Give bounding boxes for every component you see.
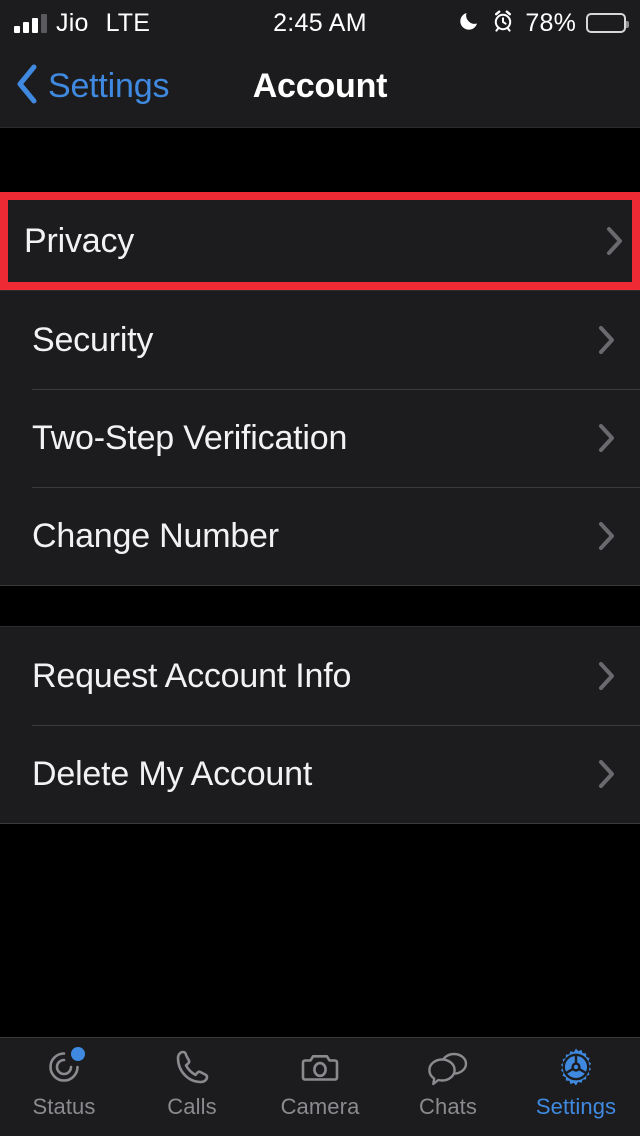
tab-label: Camera	[280, 1094, 360, 1119]
network-type: LTE	[105, 8, 151, 37]
tab-chats[interactable]: Chats	[384, 1044, 512, 1136]
tab-status[interactable]: Status	[0, 1044, 128, 1136]
phone-icon	[169, 1044, 215, 1090]
chevron-right-icon	[598, 423, 616, 453]
signal-bars-icon	[14, 13, 47, 33]
tab-camera[interactable]: Camera	[256, 1044, 384, 1136]
tab-bar: Status Calls Camera Chats Settings	[0, 1037, 640, 1136]
battery-icon	[586, 13, 629, 33]
row-label: Two-Step Verification	[32, 418, 348, 457]
list-top-spacer	[0, 128, 640, 192]
settings-row-change-number[interactable]: Change Number	[0, 487, 640, 585]
tab-label: Settings	[535, 1094, 617, 1119]
settings-group-account-data: Request Account Info Delete My Account	[0, 626, 640, 824]
carrier-name: Jio	[56, 8, 89, 37]
row-label: Change Number	[32, 516, 279, 555]
alarm-icon	[491, 9, 515, 38]
list-section-spacer	[0, 586, 640, 626]
chat-bubbles-icon	[424, 1044, 472, 1090]
row-label: Privacy	[24, 221, 135, 260]
settings-row-request-account-info[interactable]: Request Account Info	[0, 627, 640, 725]
status-bar-left: Jio LTE	[14, 9, 150, 38]
row-label: Request Account Info	[32, 656, 352, 695]
phone-screen: Jio LTE 2:45 AM 78% Settings Account Pri…	[0, 0, 640, 1136]
chevron-right-icon	[598, 759, 616, 789]
settings-row-privacy[interactable]: Privacy	[0, 200, 640, 282]
gear-icon	[553, 1044, 599, 1090]
settings-list: Privacy Security Two-Step Verification C…	[0, 128, 640, 1037]
navigation-bar: Settings Account	[0, 46, 640, 128]
settings-row-delete-my-account[interactable]: Delete My Account	[0, 725, 640, 823]
tab-label: Calls	[167, 1094, 217, 1119]
tab-label: Chats	[419, 1094, 477, 1119]
status-bar: Jio LTE 2:45 AM 78%	[0, 0, 640, 46]
tab-calls[interactable]: Calls	[128, 1044, 256, 1136]
tab-settings[interactable]: Settings	[512, 1044, 640, 1136]
chevron-right-icon	[598, 521, 616, 551]
moon-icon	[457, 9, 481, 38]
settings-row-two-step-verification[interactable]: Two-Step Verification	[0, 389, 640, 487]
back-button[interactable]: Settings	[0, 62, 169, 111]
row-label: Security	[32, 320, 154, 359]
status-rings-icon	[41, 1044, 87, 1090]
status-bar-right: 78%	[457, 8, 629, 38]
settings-group-account: Security Two-Step Verification Change Nu…	[0, 290, 640, 586]
battery-percentage: 78%	[525, 8, 576, 37]
chevron-left-icon	[14, 62, 40, 111]
chevron-right-icon	[606, 226, 624, 256]
row-label: Delete My Account	[32, 754, 313, 793]
status-badge-dot	[71, 1047, 85, 1061]
back-button-label: Settings	[48, 67, 170, 105]
tab-label: Status	[32, 1094, 96, 1119]
chevron-right-icon	[598, 661, 616, 691]
chevron-right-icon	[598, 325, 616, 355]
settings-row-security[interactable]: Security	[0, 291, 640, 389]
settings-group-privacy: Privacy	[0, 192, 640, 290]
camera-icon	[297, 1044, 343, 1090]
